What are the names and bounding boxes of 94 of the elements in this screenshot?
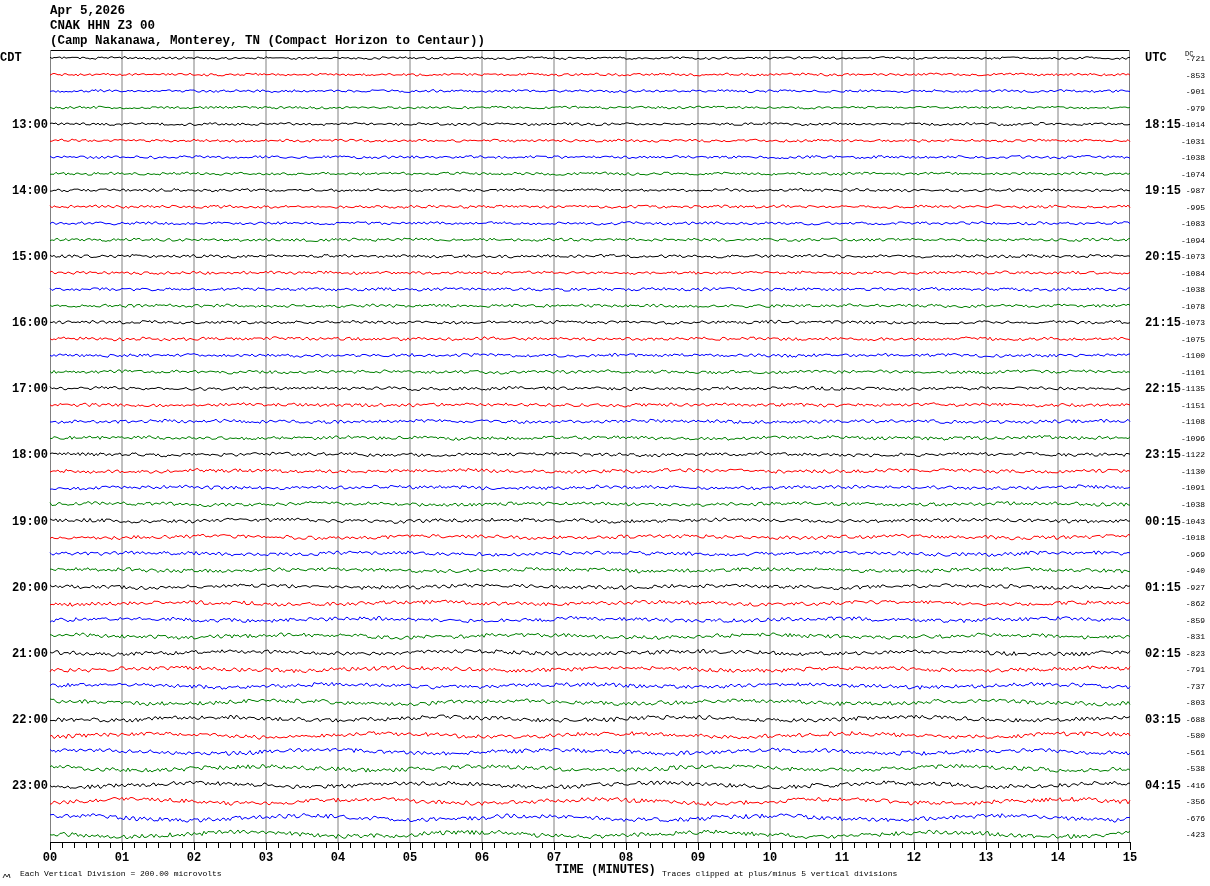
dc-offset-label: -1122 (1181, 450, 1205, 460)
time-label: 01:15 (1145, 580, 1181, 595)
logo-icon (2, 873, 11, 879)
dc-offset-label: -1073 (1181, 318, 1205, 328)
time-label: 18:15 (1145, 118, 1181, 133)
dc-offset-label: -901 (1185, 87, 1205, 97)
dc-offset-label: -791 (1185, 665, 1205, 675)
dc-offset-label: -1135 (1181, 384, 1205, 394)
time-label: 13:00 (12, 118, 48, 133)
axis-tick-label: 14 (1050, 851, 1066, 865)
dc-offset-label: -803 (1185, 698, 1205, 708)
dc-offset-label: -987 (1185, 186, 1205, 196)
dc-offset-label: -1094 (1181, 235, 1205, 245)
axis-tick-label: 12 (906, 851, 922, 865)
timezone-label: UTC (1145, 51, 1167, 65)
time-label: 19:00 (12, 514, 48, 529)
dc-offset-label: -940 (1185, 566, 1205, 576)
dc-offset-label: -676 (1185, 813, 1205, 823)
dc-offset-label: -979 (1185, 103, 1205, 113)
time-label: 22:00 (12, 712, 48, 727)
axis-tick-label: 02 (186, 851, 202, 865)
time-label: 14:00 (12, 184, 48, 199)
dc-offset-label: -688 (1185, 714, 1205, 724)
axis-tick-label: 11 (834, 851, 850, 865)
time-label: 21:00 (12, 646, 48, 661)
time-label: 20:15 (1145, 250, 1181, 265)
time-label: 02:15 (1145, 646, 1181, 661)
dc-offset-label: -423 (1185, 830, 1205, 840)
scale-note: Each Vertical Division = 200.00 microvolts (20, 869, 222, 878)
time-label: 21:15 (1145, 316, 1181, 331)
time-label: 04:15 (1145, 778, 1181, 793)
dc-offset-label: -927 (1185, 582, 1205, 592)
axis-title: TIME (MINUTES) (555, 863, 656, 877)
dc-offset-label: -862 (1185, 599, 1205, 609)
axis-tick-label: 03 (258, 851, 274, 865)
dc-offset-label: -356 (1185, 797, 1205, 807)
time-label: 20:00 (12, 580, 48, 595)
dc-offset-label: -1084 (1181, 268, 1205, 278)
dc-offset-label: -831 (1185, 632, 1205, 642)
dc-offset-label: -1108 (1181, 417, 1205, 427)
axis-tick-label: 13 (978, 851, 994, 865)
dc-offset-label: -859 (1185, 615, 1205, 625)
axis-tick-label: 00 (42, 851, 58, 865)
time-label: 23:00 (12, 778, 48, 793)
time-label: 22:15 (1145, 382, 1181, 397)
dc-offset-label: -1075 (1181, 334, 1205, 344)
dc-offset-label: -1091 (1181, 483, 1205, 493)
timezone-label: CDT (0, 51, 22, 65)
axis-tick-label: 09 (690, 851, 706, 865)
dc-offset-label: -580 (1185, 731, 1205, 741)
dc-offset-label: -1096 (1181, 433, 1205, 443)
time-label: 19:15 (1145, 184, 1181, 199)
dc-offset-label: -853 (1185, 70, 1205, 80)
dc-offset-label: -1151 (1181, 400, 1205, 410)
dc-offset-label: -995 (1185, 202, 1205, 212)
dc-offset-label: -1043 (1181, 516, 1205, 526)
time-label: 15:00 (12, 250, 48, 265)
axis-tick-label: 10 (762, 851, 778, 865)
dc-offset-label: -1031 (1181, 136, 1205, 146)
axis-tick-label: 08 (618, 851, 634, 865)
location-label: (Camp Nakanawa, Monterey, TN (Compact Horizon to Centaur)) (50, 34, 486, 49)
dc-offset-label: -561 (1185, 747, 1205, 757)
dc-offset-label: -538 (1185, 764, 1205, 774)
dc-offset-label: -1078 (1181, 301, 1205, 311)
axis-tick-label: 04 (330, 851, 346, 865)
dc-offset-label: -1100 (1181, 351, 1205, 361)
dc-offset-label: -1038 (1181, 500, 1205, 509)
time-label: 17:00 (12, 382, 48, 397)
axis-tick-label: 05 (402, 851, 418, 865)
dc-offset-label: -1083 (1181, 219, 1205, 229)
dc-offset-label: -969 (1185, 549, 1205, 559)
dc-offset-label: -1038 (1181, 285, 1205, 295)
station-label: CNAK HHN Z3 00 (50, 19, 156, 34)
dc-offset-label: -737 (1185, 681, 1205, 691)
time-label: 03:15 (1145, 712, 1181, 727)
time-label: 18:00 (12, 448, 48, 463)
axis-tick-label: 01 (114, 851, 130, 865)
dc-offset-label: -1038 (1181, 153, 1205, 163)
dc-offset-label: -1014 (1181, 120, 1205, 130)
time-label: 23:15 (1145, 448, 1181, 463)
dc-offset-label: -1101 (1181, 367, 1205, 377)
dc-offset-label: -1074 (1181, 169, 1205, 179)
clip-note: Traces clipped at plus/minus 5 vertical divisions (662, 869, 898, 878)
time-label: 16:00 (12, 316, 48, 331)
axis-tick-label: 06 (474, 851, 490, 865)
dc-offset-label: -1018 (1181, 533, 1205, 543)
dc-offset-label: -1130 (1181, 467, 1205, 476)
time-label: 00:15 (1145, 514, 1181, 529)
dc-offset-label: -416 (1185, 780, 1205, 790)
axis-tick-label: 07 (546, 851, 562, 865)
axis-tick-label: 15 (1122, 851, 1138, 865)
date-label: Apr 5,2026 (50, 4, 125, 19)
dc-offset-label: -1073 (1181, 252, 1205, 262)
dc-offset-label: -823 (1185, 648, 1205, 658)
